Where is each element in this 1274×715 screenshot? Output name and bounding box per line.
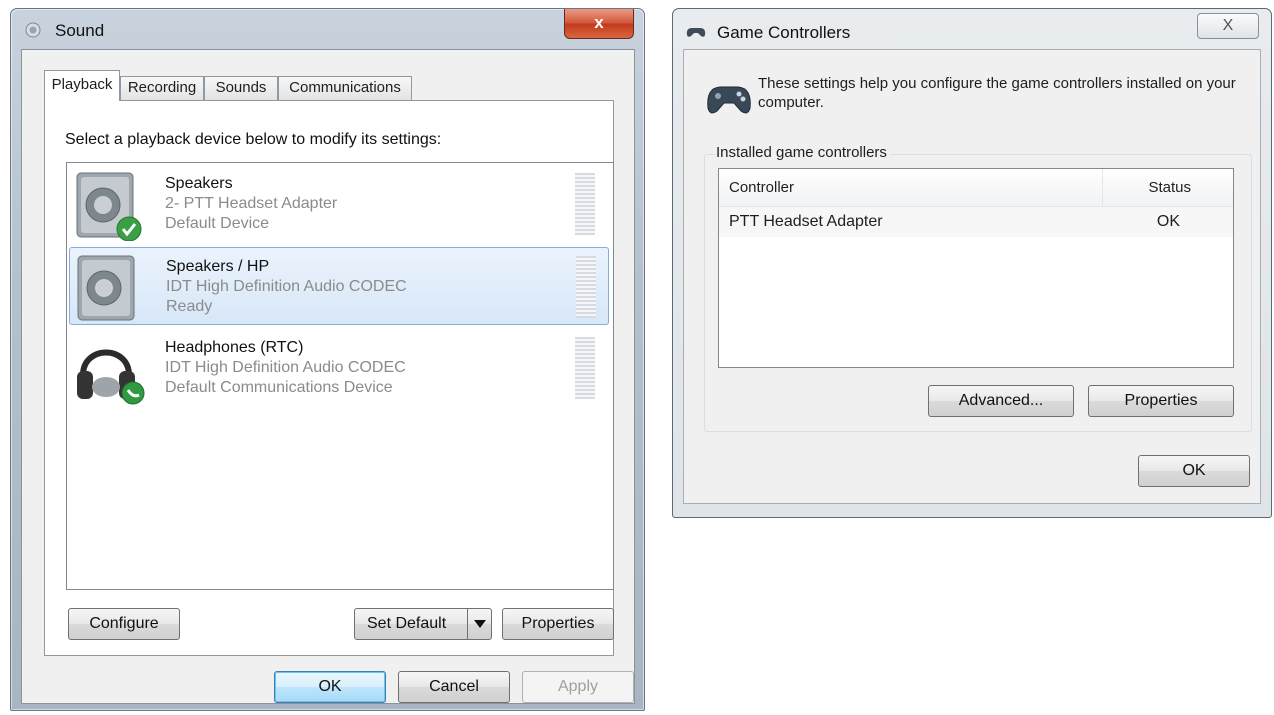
tab-sounds[interactable]: Sounds xyxy=(204,76,278,100)
gc-properties-button[interactable]: Properties xyxy=(1088,385,1234,417)
installed-controllers-label: Installed game controllers xyxy=(716,144,890,161)
game-controllers-window: Game Controllers X These settings help y… xyxy=(672,8,1272,518)
set-default-dropdown-arrow-icon[interactable] xyxy=(467,609,491,639)
cancel-button[interactable]: Cancel xyxy=(398,671,510,703)
volume-meter xyxy=(575,337,595,399)
device-status: Ready xyxy=(166,298,213,315)
playback-device-list[interactable]: Speakers 2- PTT Headset Adapter Default … xyxy=(66,162,614,590)
properties-button[interactable]: Properties xyxy=(502,608,614,640)
sound-client-area: Playback Recording Sounds Communications… xyxy=(21,49,635,704)
controller-list-header: Controller Status xyxy=(719,169,1233,207)
gc-title: Game Controllers xyxy=(717,23,851,42)
volume-meter xyxy=(576,256,596,318)
column-separator xyxy=(1102,169,1103,207)
column-header-controller[interactable]: Controller xyxy=(729,179,794,196)
controller-status: OK xyxy=(1156,213,1180,230)
configure-button[interactable]: Configure xyxy=(68,608,180,640)
table-row[interactable]: PTT Headset Adapter OK xyxy=(719,207,1233,237)
apply-button[interactable]: Apply xyxy=(522,671,634,703)
advanced-button[interactable]: Advanced... xyxy=(928,385,1074,417)
gc-ok-button[interactable]: OK xyxy=(1138,455,1250,487)
gc-info-text: These settings help you configure the ga… xyxy=(758,75,1236,111)
device-name: Headphones (RTC) xyxy=(165,339,304,356)
sound-title: Sound xyxy=(55,21,105,40)
controller-list[interactable]: Controller Status PTT Headset Adapter OK xyxy=(718,168,1234,368)
device-status: Default Device xyxy=(165,215,270,232)
volume-meter xyxy=(575,173,595,235)
gc-titlebar[interactable]: Game Controllers X xyxy=(673,9,1271,47)
sound-window: Sound x Playback Recording Sounds Commun… xyxy=(10,8,645,711)
column-header-status[interactable]: Status xyxy=(1148,179,1191,196)
device-description: IDT High Definition Audio CODEC xyxy=(166,278,407,295)
device-description: IDT High Definition Audio CODEC xyxy=(165,359,406,376)
headphones-phone-icon xyxy=(77,349,145,405)
device-description: 2- PTT Headset Adapter xyxy=(165,195,338,212)
device-status: Default Communications Device xyxy=(165,379,393,396)
set-default-label: Set Default xyxy=(367,615,447,632)
speaker-icon xyxy=(25,22,41,38)
ok-button[interactable]: OK xyxy=(274,671,386,703)
device-headphones-rtc[interactable]: Headphones (RTC) IDT High Definition Aud… xyxy=(69,329,609,407)
gc-close-button[interactable]: X xyxy=(1197,13,1259,39)
sound-titlebar[interactable]: Sound x xyxy=(11,9,644,47)
tab-communications[interactable]: Communications xyxy=(278,76,412,100)
speaker-icon xyxy=(77,255,135,321)
device-speakers-ptt[interactable]: Speakers 2- PTT Headset Adapter Default … xyxy=(69,165,609,243)
speaker-default-check-icon xyxy=(76,172,142,241)
playback-instruction: Select a playback device below to modify… xyxy=(65,131,442,148)
device-name: Speakers / HP xyxy=(166,258,270,275)
device-name: Speakers xyxy=(165,175,233,192)
tab-playback[interactable]: Playback xyxy=(44,70,120,101)
gc-client-area: These settings help you configure the ga… xyxy=(683,49,1261,504)
device-speakers-hp[interactable]: Speakers / HP IDT High Definition Audio … xyxy=(69,247,609,325)
gamepad-icon xyxy=(686,28,706,37)
controller-name: PTT Headset Adapter xyxy=(729,213,883,230)
sound-close-button[interactable]: x xyxy=(564,9,634,39)
set-default-button[interactable]: Set Default xyxy=(354,608,492,640)
tab-recording[interactable]: Recording xyxy=(120,76,204,100)
gamepad-icon xyxy=(707,86,751,114)
